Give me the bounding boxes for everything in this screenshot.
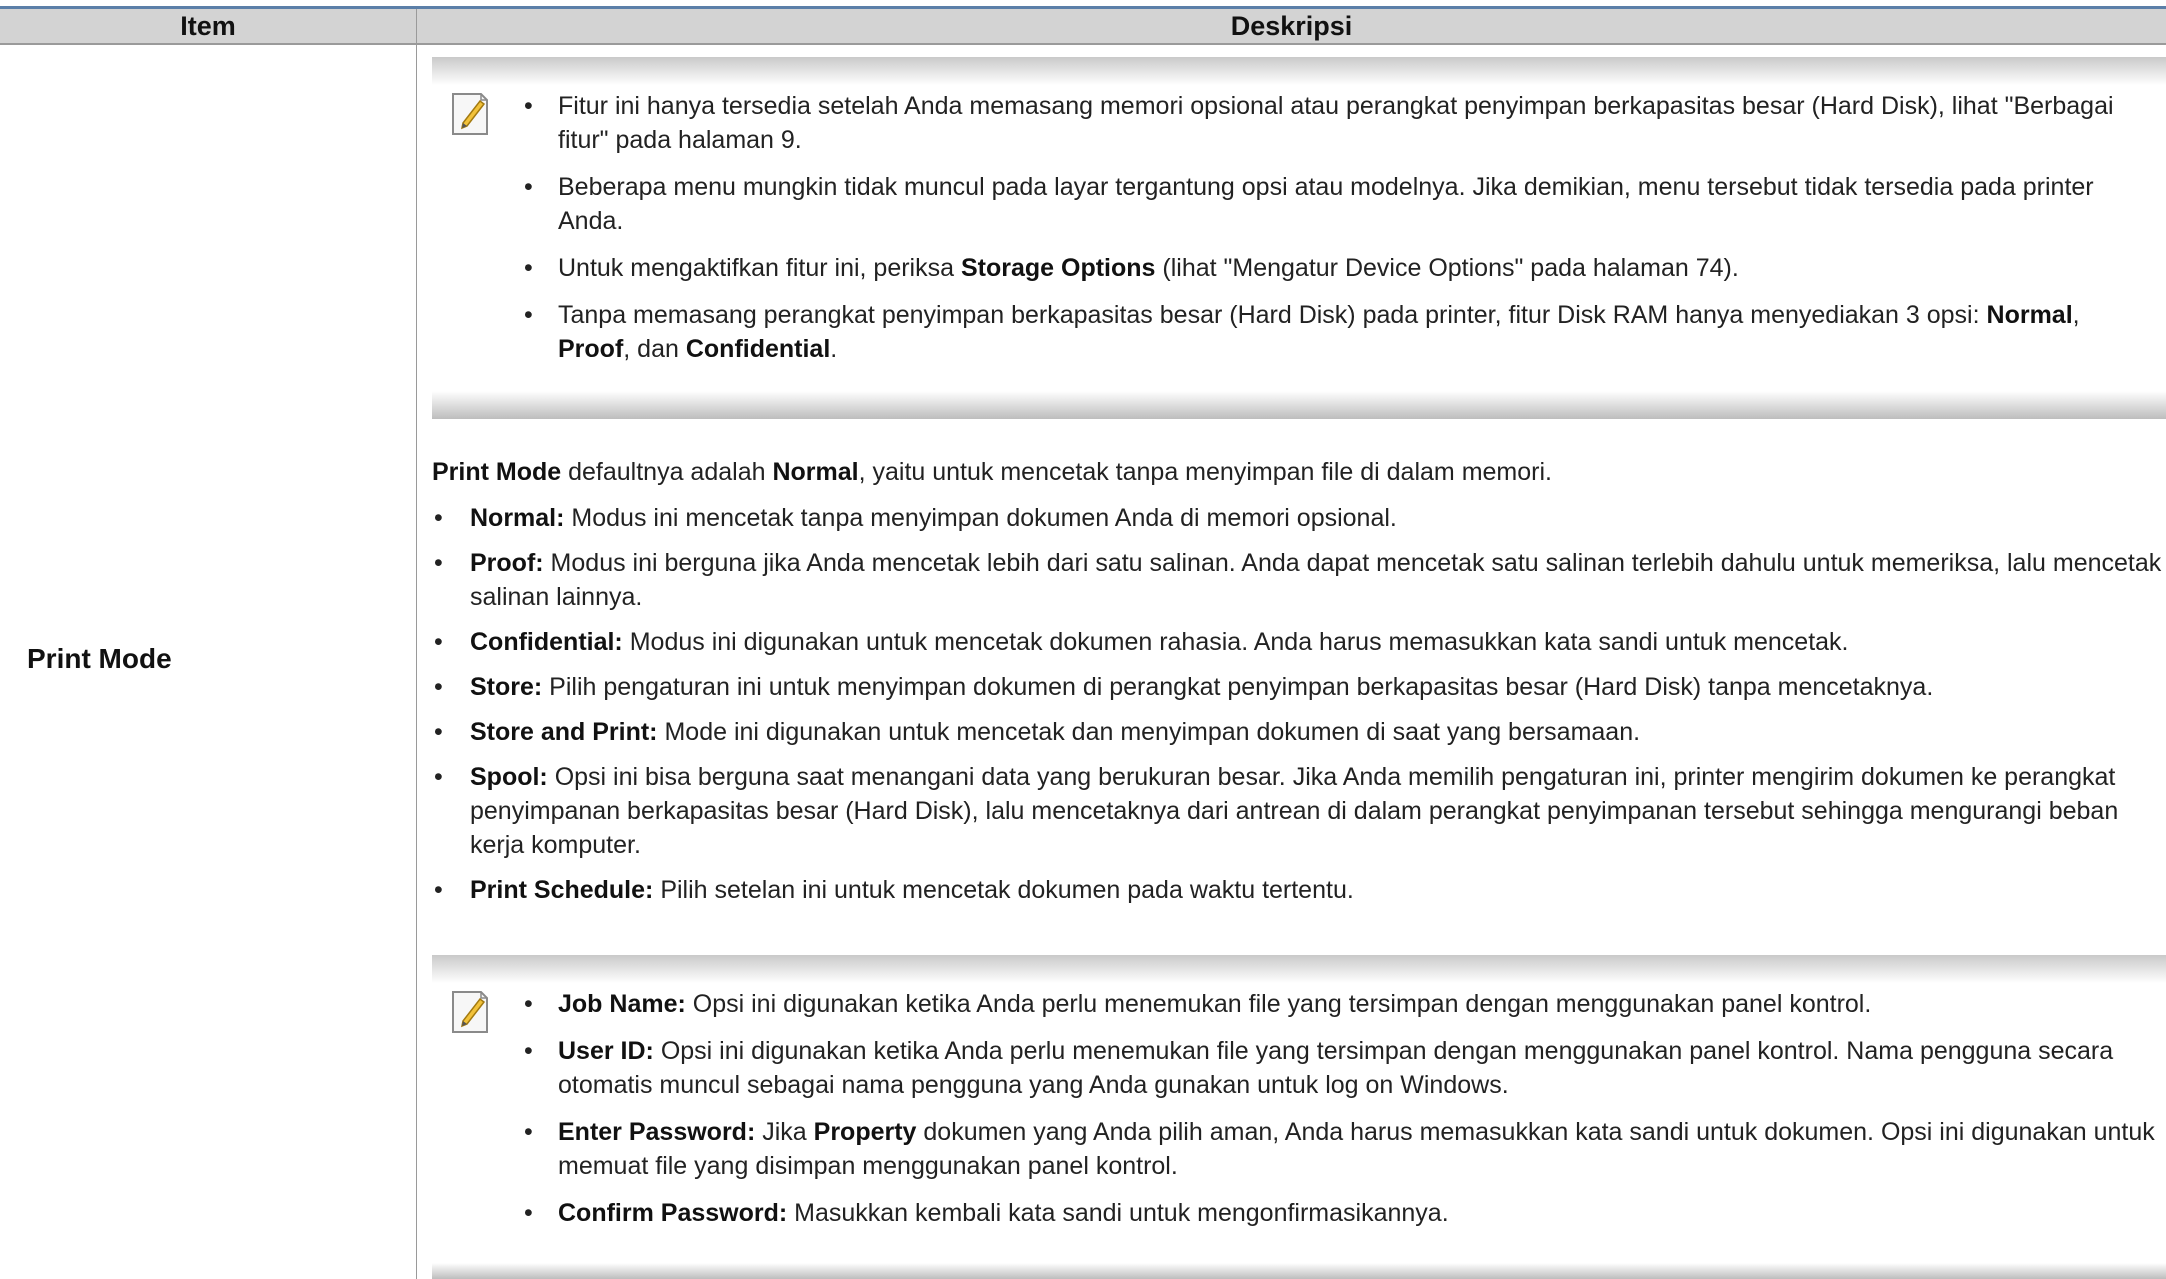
mode-list: Normal: Modus ini mencetak tanpa menyimp… (432, 501, 2162, 907)
list-item: Confidential: Modus ini digunakan untuk … (432, 625, 2162, 659)
note-pencil-icon (452, 991, 488, 1033)
list-item: Store and Print: Mode ini digunakan untu… (432, 715, 2162, 749)
note-bottom-shade (432, 1263, 2166, 1279)
list-item: Store: Pilih pengaturan ini untuk menyim… (432, 670, 2162, 704)
note-1-item-4: Tanpa memasang perangkat penyimpan berka… (522, 298, 2158, 366)
note-2-list: Job Name: Opsi ini digunakan ketika Anda… (522, 987, 2158, 1243)
note-1-item-1: Fitur ini hanya tersedia setelah Anda me… (522, 89, 2158, 157)
note-pencil-icon (452, 93, 488, 135)
list-item: Normal: Modus ini mencetak tanpa menyimp… (432, 501, 2162, 535)
note-top-shade (432, 955, 2166, 983)
list-item: Print Schedule: Pilih setelan ini untuk … (432, 873, 2162, 907)
table-header: Item Deskripsi (0, 9, 2166, 45)
description-table: Item Deskripsi Print Mode Fitur ini hany… (0, 0, 2166, 1279)
note-box-1: Fitur ini hanya tersedia setelah Anda me… (432, 57, 2166, 419)
note-top-shade (432, 57, 2166, 85)
note-2-item-2: User ID: Opsi ini digunakan ketika Anda … (522, 1034, 2158, 1102)
intro-paragraph: Print Mode defaultnya adalah Normal, yai… (432, 458, 1552, 486)
note-bottom-shade (432, 391, 2166, 419)
row-label-print-mode: Print Mode (27, 643, 172, 674)
note-2-item-4: Confirm Password: Masukkan kembali kata … (522, 1196, 2158, 1230)
print-mode-description: Print Mode defaultnya adalah Normal, yai… (432, 455, 2162, 918)
list-item: Proof: Modus ini berguna jika Anda mence… (432, 546, 2162, 614)
note-1-item-3: Untuk mengaktifkan fitur ini, periksa St… (522, 251, 2158, 285)
column-divider (416, 45, 417, 1279)
note-2-item-3: Enter Password: Jika Property dokumen ya… (522, 1115, 2158, 1183)
note-1-item-2: Beberapa menu mungkin tidak muncul pada … (522, 170, 2158, 238)
header-item: Item (180, 11, 236, 41)
list-item: Spool: Opsi ini bisa berguna saat menang… (432, 760, 2162, 862)
note-1-list: Fitur ini hanya tersedia setelah Anda me… (522, 89, 2158, 379)
note-2-item-1: Job Name: Opsi ini digunakan ketika Anda… (522, 987, 2158, 1021)
header-description: Deskripsi (1230, 11, 1353, 41)
note-box-2: Job Name: Opsi ini digunakan ketika Anda… (432, 955, 2166, 1279)
